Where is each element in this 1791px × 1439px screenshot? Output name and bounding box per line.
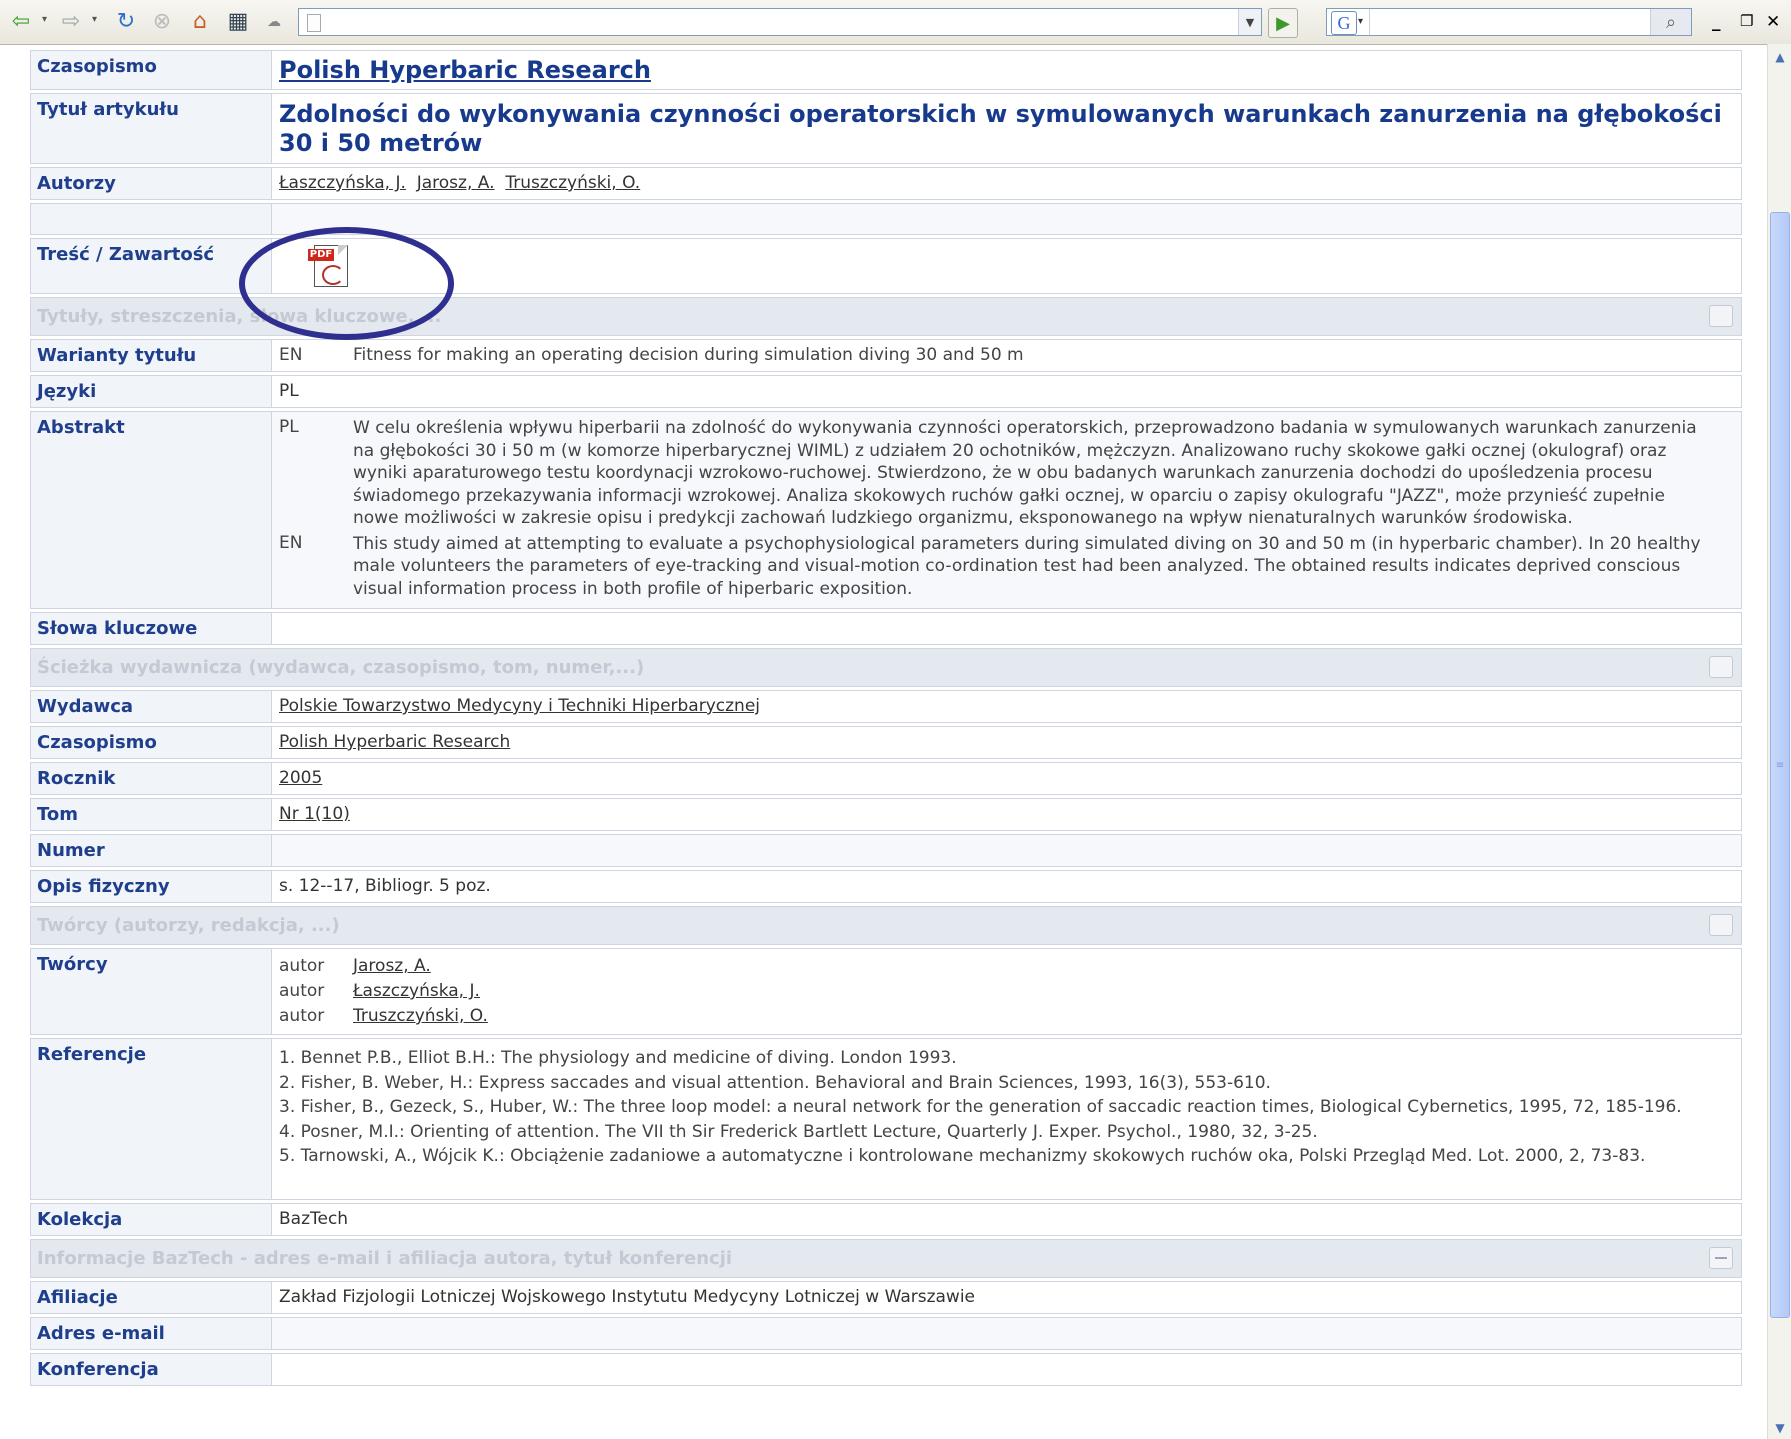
section-header-baztech-info[interactable]: Informacje BazTech - adres e-mail i afil… [30, 1239, 1742, 1278]
scrollbar-thumb[interactable]: ≡ [1770, 212, 1790, 1318]
field-label-collection: Kolekcja [30, 1203, 272, 1236]
vertical-scrollbar[interactable]: ▲ ≡ ▼ [1767, 44, 1791, 1439]
field-label-email: Adres e-mail [30, 1317, 272, 1350]
field-label-year: Rocznik [30, 762, 272, 795]
section-header-publishing-path[interactable]: Ścieżka wydawnicza (wydawca, czasopismo,… [30, 648, 1742, 687]
reload-icon[interactable]: ↻ [112, 8, 140, 36]
stop-icon[interactable]: ⊗ [148, 8, 176, 36]
section-title: Informacje BazTech - adres e-mail i afil… [37, 1248, 733, 1269]
abstract-pl-text: W celu określenia wpływu hiperbarii na z… [353, 418, 1697, 528]
creator-link[interactable]: Jarosz, A. [353, 956, 431, 976]
divider [1369, 9, 1370, 35]
publisher-link[interactable]: Polskie Towarzystwo Medycyny i Techniki … [279, 696, 760, 716]
language-code: PL [279, 417, 299, 437]
bookmarks-icon[interactable]: ▦ [224, 8, 252, 36]
field-label-article-title: Tytuł artykułu [30, 93, 272, 164]
field-label-journal: Czasopismo [30, 726, 272, 759]
year-link[interactable]: 2005 [279, 768, 322, 788]
language-code: EN [279, 532, 303, 553]
field-label-references: Referencje [30, 1038, 272, 1200]
field-label-number: Numer [30, 834, 272, 867]
creator-role: autor [279, 956, 325, 976]
field-label-journal: Czasopismo [30, 50, 272, 90]
section-title: Ścieżka wydawnicza (wydawca, czasopismo,… [37, 657, 645, 678]
reference-item: 1. Bennet P.B., Elliot B.H.: The physiol… [279, 1048, 957, 1068]
field-label-publisher: Wydawca [30, 690, 272, 723]
field-label-authors: Autorzy [30, 167, 272, 200]
section-title: Twórcy (autorzy, redakcja, ...) [37, 915, 340, 936]
creator-role: autor [279, 981, 325, 1001]
google-search-box[interactable]: G ▾ ⌕ [1326, 8, 1692, 36]
author-link[interactable]: Łaszczyńska, J. [279, 173, 406, 193]
forward-arrow-icon[interactable]: ⇨ [56, 8, 86, 36]
scroll-up-icon[interactable]: ▲ [1770, 46, 1790, 68]
creator-link[interactable]: Łaszczyńska, J. [353, 981, 480, 1001]
tag-icon[interactable]: ☁ [260, 8, 288, 36]
scroll-down-icon[interactable]: ▼ [1770, 1417, 1790, 1439]
authors-list: Łaszczyńska, J. Jarosz, A. Truszczyński,… [272, 167, 1742, 200]
home-icon[interactable]: ⌂ [186, 8, 214, 36]
field-label-conference: Konferencja [30, 1353, 272, 1386]
journal-link[interactable]: Polish Hyperbaric Research [279, 732, 510, 752]
empty-value [272, 203, 1742, 235]
field-label-languages: Języki [30, 375, 272, 408]
field-label-title-variants: Warianty tytułu [30, 339, 272, 372]
field-label-creators: Twórcy [30, 948, 272, 1035]
field-label-keywords: Słowa kluczowe [30, 612, 272, 645]
back-history-dropdown-icon[interactable]: ▾ [42, 14, 47, 25]
search-icon[interactable]: ⌕ [1650, 9, 1691, 35]
reference-item: 5. Tarnowski, A., Wójcik K.: Obciążenie … [279, 1146, 1646, 1166]
browser-toolbar: ⇦ ▾ ⇨ ▾ ↻ ⊗ ⌂ ▦ ☁ ▼ ▶ G ▾ ⌕ _ ❐ ✕ [0, 0, 1791, 45]
back-arrow-icon[interactable]: ⇦ [6, 8, 36, 36]
author-link[interactable]: Truszczyński, O. [505, 173, 640, 193]
language-code: EN [279, 345, 303, 365]
forward-history-dropdown-icon[interactable]: ▾ [92, 14, 97, 25]
address-dropdown-icon[interactable]: ▼ [1238, 9, 1261, 35]
number-value [272, 834, 1742, 867]
close-icon[interactable]: ✕ [1766, 12, 1780, 32]
section-toggle-icon[interactable] [1709, 305, 1733, 327]
field-label-content: Treść / Zawartość [30, 238, 272, 294]
section-header-creators[interactable]: Twórcy (autorzy, redakcja, ...) [30, 906, 1742, 945]
section-toggle-icon[interactable] [1709, 914, 1733, 936]
field-label-abstract: Abstrakt [30, 411, 272, 609]
creator-link[interactable]: Truszczyński, O. [353, 1006, 488, 1026]
field-label-volume: Tom [30, 798, 272, 831]
journal-title-link[interactable]: Polish Hyperbaric Research [279, 56, 651, 84]
languages-value: PL [272, 375, 1742, 408]
collection-value: BazTech [272, 1203, 1742, 1236]
title-variant-text: Fitness for making an operating decision… [353, 345, 1024, 365]
reference-item: 2. Fisher, B. Weber, H.: Express saccade… [279, 1072, 1271, 1093]
conference-value [272, 1353, 1742, 1386]
physical-description-value: s. 12--17, Bibliogr. 5 poz. [272, 870, 1742, 903]
address-bar[interactable]: ▼ [298, 8, 1262, 36]
article-title: Zdolności do wykonywania czynności opera… [279, 100, 1722, 157]
email-value [272, 1317, 1742, 1350]
page-icon [307, 14, 321, 32]
section-collapse-icon[interactable] [1709, 1247, 1733, 1269]
creator-role: autor [279, 1006, 325, 1026]
author-link[interactable]: Jarosz, A. [417, 173, 495, 193]
keywords-value [272, 612, 1742, 645]
reference-item: 4. Posner, M.I.: Orienting of attention.… [279, 1121, 1318, 1142]
field-label-affiliations: Afiliacje [30, 1281, 272, 1314]
section-toggle-icon[interactable] [1709, 656, 1733, 678]
search-engine-dropdown-icon[interactable]: ▾ [1358, 16, 1363, 27]
field-label-physical-description: Opis fizyczny [30, 870, 272, 903]
restore-icon[interactable]: ❐ [1740, 12, 1753, 30]
minimize-icon[interactable]: _ [1712, 12, 1721, 32]
empty-label [30, 203, 272, 235]
google-icon[interactable]: G [1331, 11, 1357, 35]
go-button[interactable]: ▶ [1268, 8, 1298, 38]
annotation-ellipse [239, 227, 454, 340]
affiliations-value: Zakład Fizjologii Lotniczej Wojskowego I… [272, 1281, 1742, 1314]
volume-link[interactable]: Nr 1(10) [279, 804, 350, 824]
reference-item: 3. Fisher, B., Gezeck, S., Huber, W.: Th… [279, 1097, 1682, 1117]
abstract-en-text: This study aimed at attempting to evalua… [353, 533, 1701, 599]
